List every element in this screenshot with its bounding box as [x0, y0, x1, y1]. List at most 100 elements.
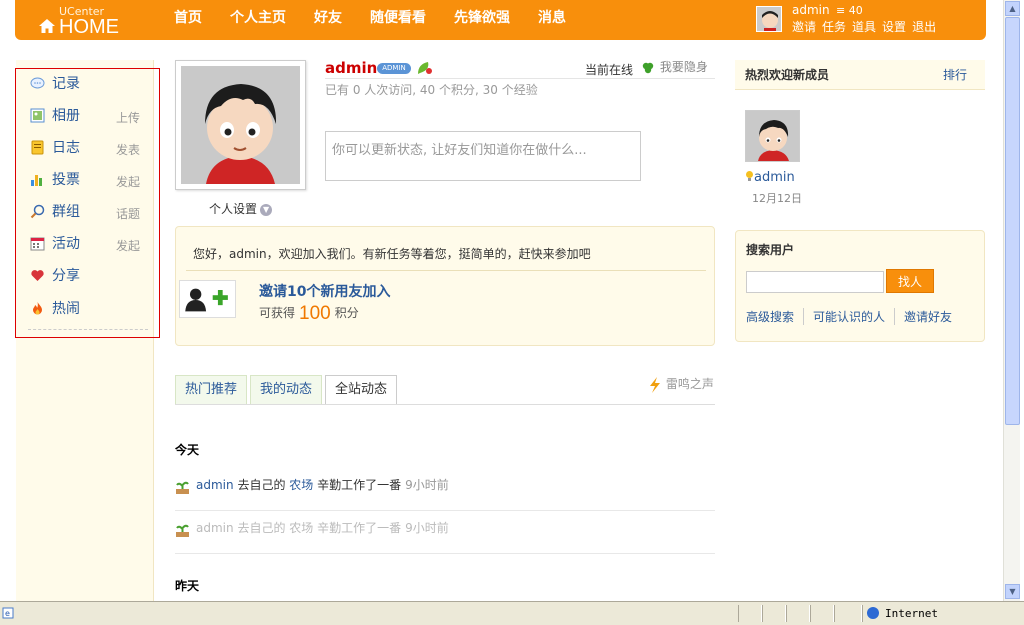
tab-my-feed[interactable]: 我的动态 [250, 375, 323, 405]
add-friend-icon[interactable] [179, 280, 236, 318]
nav-profile[interactable]: 个人主页 [216, 0, 300, 40]
app-action-start[interactable]: 发起 [116, 173, 140, 190]
new-members-header: 热烈欢迎新成员 排行 [735, 60, 985, 90]
nav-pioneer[interactable]: 先锋欲强 [440, 0, 524, 40]
link-invite[interactable]: 邀请 [792, 18, 816, 35]
feed-post: 辛勤工作了一番 [317, 521, 402, 535]
scroll-down-button[interactable]: ▼ [1005, 584, 1020, 599]
top-header: UCenter HOME 首页 个人主页 好友 随便看看 先锋欲强 消息 adm… [15, 0, 986, 40]
app-item-events[interactable]: 活动 发起 [16, 231, 161, 255]
app-item-blog[interactable]: 日志 发表 [16, 135, 161, 159]
people-you-may-know-link[interactable]: 可能认识的人 [803, 308, 894, 325]
app-action-upload[interactable]: 上传 [116, 109, 140, 126]
fire-icon [33, 302, 42, 315]
zone-label: Internet [885, 607, 938, 620]
profile-avatar[interactable] [175, 60, 306, 190]
search-links: 高级搜索 可能认识的人 邀请好友 [746, 308, 961, 325]
status-cell [810, 605, 834, 622]
user-mini-panel: admin ≡ 40 邀请 任务 道具 设置 退出 [756, 3, 966, 37]
nav-messages[interactable]: 消息 [524, 0, 580, 40]
search-user-panel: 搜索用户 找人 高级搜索 可能认识的人 邀请好友 [735, 230, 985, 342]
feed-item: admin 去自己的 农场 辛勤工作了一番 9小时前 [175, 468, 715, 511]
feed-pre: 去自己的 [237, 478, 286, 492]
logo[interactable]: UCenter HOME [37, 3, 137, 38]
user-links: 邀请 任务 道具 设置 退出 [792, 18, 936, 35]
app-item-records[interactable]: 记录 [16, 71, 161, 95]
credits-value: 40 [848, 4, 863, 17]
scroll-thumb[interactable] [1005, 17, 1020, 425]
ranking-link[interactable]: 排行 [943, 66, 967, 83]
feed-app[interactable]: 农场 [289, 521, 313, 535]
header-avatar[interactable] [756, 6, 782, 32]
feed-app[interactable]: 农场 [289, 478, 313, 492]
app-item-poll[interactable]: 投票 发起 [16, 167, 161, 191]
advanced-search-link[interactable]: 高级搜索 [746, 308, 803, 325]
app-label: 活动 [52, 236, 80, 252]
profile-settings-link[interactable]: 个人设置 ▼ [209, 200, 273, 217]
task-title[interactable]: 邀请10个新用友加入 [259, 281, 390, 301]
feed-actor[interactable]: admin [196, 521, 234, 535]
feed-day-today: 今天 [175, 443, 200, 457]
scroll-up-button[interactable]: ▲ [1005, 1, 1020, 16]
app-action-create[interactable]: 发起 [116, 237, 140, 254]
comment-icon [30, 77, 45, 89]
invite-friends-link[interactable]: 邀请好友 [894, 308, 961, 325]
header-username[interactable]: admin [792, 3, 830, 17]
new-members-title: 热烈欢迎新成员 [745, 68, 830, 82]
tab-underline [175, 404, 715, 405]
app-label: 热闹 [52, 301, 80, 317]
tab-all-feed[interactable]: 全站动态 [325, 375, 398, 405]
app-item-hot[interactable]: 热闹 [16, 296, 161, 320]
feed-text: admin 去自己的 农场 辛勤工作了一番 9小时前 [196, 476, 449, 493]
link-items[interactable]: 道具 [852, 18, 876, 35]
app-label: 相册 [52, 108, 80, 124]
feed-text: admin 去自己的 农场 辛勤工作了一番 9小时前 [196, 519, 449, 536]
nav-friends[interactable]: 好友 [300, 0, 356, 40]
app-item-album[interactable]: 相册 上传 [16, 103, 161, 127]
globe-icon [867, 607, 879, 619]
svg-text:e: e [5, 609, 10, 618]
tab-hot[interactable]: 热门推荐 [175, 375, 248, 405]
thunder-link[interactable]: 雷鸣之声 [648, 375, 714, 393]
link-settings[interactable]: 设置 [882, 18, 906, 35]
app-item-share[interactable]: 分享 [16, 263, 161, 287]
vertical-scrollbar[interactable]: ▲ ▼ [1003, 0, 1020, 601]
app-item-groups[interactable]: 群组 话题 [16, 199, 161, 223]
app-action-post[interactable]: 发表 [116, 141, 140, 158]
feed-actor[interactable]: admin [196, 478, 234, 492]
thunder-label: 雷鸣之声 [665, 377, 714, 391]
reward-prefix: 可获得 [259, 306, 296, 320]
member-name[interactable]: admin [745, 170, 795, 185]
home-icon [39, 19, 55, 33]
link-tasks[interactable]: 任务 [822, 18, 846, 35]
sprout-icon [176, 481, 189, 494]
calendar-icon [30, 237, 45, 251]
group-icon [30, 204, 45, 219]
logo-big-text: HOME [59, 16, 119, 38]
leaf-icon [418, 62, 432, 74]
feed-post: 辛勤工作了一番 [317, 478, 402, 492]
online-status: 当前在线 [585, 63, 634, 77]
profile-stats: 已有 0 人次访问, 40 个积分, 30 个经验 [325, 78, 715, 98]
new-member-card: admin 12月12日 [745, 110, 815, 205]
profile-username[interactable]: admin [325, 59, 377, 77]
app-action-topic[interactable]: 话题 [116, 205, 140, 222]
search-user-button[interactable]: 找人 [886, 269, 934, 293]
lightning-icon [650, 376, 660, 393]
member-avatar[interactable] [745, 110, 800, 162]
go-invisible-link[interactable]: 我要隐身 [640, 58, 708, 76]
page-viewport: UCenter HOME 首页 个人主页 好友 随便看看 先锋欲强 消息 adm… [0, 0, 1003, 601]
welcome-panel: 您好，admin，欢迎加入我们。有新任务等着您，挺简单的，赶快来参加吧 邀请10… [175, 226, 715, 346]
nav-home[interactable]: 首页 [160, 0, 216, 40]
nav-browse[interactable]: 随便看看 [356, 0, 440, 40]
status-cell [834, 605, 862, 622]
go-invisible-label: 我要隐身 [659, 60, 708, 74]
app-label: 投票 [52, 172, 80, 188]
search-user-input[interactable] [746, 271, 884, 293]
heart-icon [31, 270, 44, 281]
welcome-divider [186, 270, 706, 271]
task-reward: 可获得 100 积分 [259, 303, 359, 325]
link-logout[interactable]: 退出 [912, 18, 936, 35]
status-input[interactable]: 你可以更新状态, 让好友们知道你在做什么... [325, 131, 641, 181]
search-user-title: 搜索用户 [746, 243, 795, 257]
